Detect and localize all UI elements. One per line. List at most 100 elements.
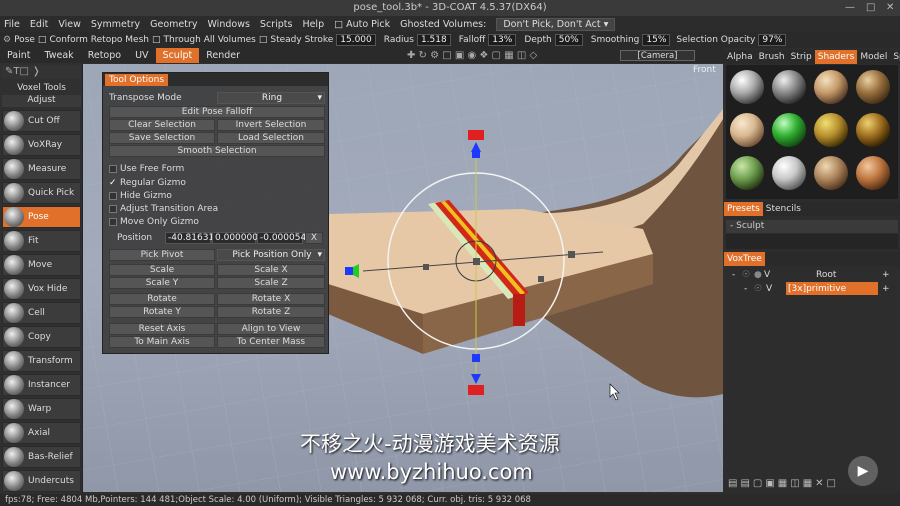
tool-undercuts[interactable]: Undercuts xyxy=(2,470,81,492)
pick-pivot-button[interactable]: Pick Pivot xyxy=(109,249,215,261)
tab-alpha[interactable]: Alpha xyxy=(724,50,756,64)
brush-icons[interactable]: ✎​T□​ ❭ xyxy=(2,65,81,79)
tab-shaders[interactable]: Shaders xyxy=(814,50,858,64)
menu-windows[interactable]: Windows xyxy=(208,19,250,30)
menu-file[interactable]: File xyxy=(4,19,20,30)
falloff-value[interactable]: 13% xyxy=(488,34,517,46)
menu-edit[interactable]: Edit xyxy=(30,19,48,30)
pick-mode-select[interactable]: Pick Position Only ▾ xyxy=(217,249,325,261)
adjust-header[interactable]: Adjust xyxy=(2,95,81,107)
primitive-volume-label[interactable]: [3x]primitive xyxy=(786,282,878,295)
shader-sphere[interactable] xyxy=(730,70,764,104)
tab-spline[interactable]: Spline xyxy=(890,50,900,64)
ghost-icon[interactable]: ● xyxy=(754,268,762,282)
preset-thumbnails[interactable] xyxy=(726,234,898,249)
play-icon[interactable]: ▶ xyxy=(848,456,878,486)
through-checkbox[interactable]: □ xyxy=(152,35,161,45)
camera-dropdown[interactable]: [Camera] xyxy=(620,50,695,61)
menu-symmetry[interactable]: Symmetry xyxy=(91,19,140,30)
sel-opacity-value[interactable]: 97% xyxy=(758,34,787,46)
voxtree-root-row[interactable]: - ☉ ● V Root + xyxy=(726,268,898,282)
shader-sphere[interactable] xyxy=(730,156,764,190)
tool-pose[interactable]: Pose xyxy=(2,206,81,228)
steady-checkbox[interactable]: □ xyxy=(259,35,268,45)
tool-cell[interactable]: Cell xyxy=(2,302,81,324)
maximize-icon[interactable]: □ xyxy=(866,0,875,16)
steady-value[interactable]: 15.000 xyxy=(336,34,376,46)
tab-paint[interactable]: Paint xyxy=(0,48,38,63)
rotate-z-button[interactable]: Rotate Z xyxy=(217,306,325,318)
tool-move[interactable]: Move xyxy=(2,254,81,276)
to-center-mass-button[interactable]: To Center Mass xyxy=(217,336,325,348)
tab-retopo[interactable]: Retopo xyxy=(81,48,128,63)
tool-measure[interactable]: Measure xyxy=(2,158,81,180)
tab-tweak[interactable]: Tweak xyxy=(38,48,81,63)
tool-voxray[interactable]: VoXRay xyxy=(2,134,81,156)
shader-sphere[interactable] xyxy=(856,70,890,104)
tab-strip[interactable]: Strip xyxy=(788,50,815,64)
tab-presets[interactable]: Presets xyxy=(724,202,763,216)
clear-selection-button[interactable]: Clear Selection xyxy=(109,119,215,131)
minimize-icon[interactable]: — xyxy=(845,0,855,16)
radius-value[interactable]: 1.518 xyxy=(416,34,451,46)
menu-view[interactable]: View xyxy=(58,19,81,30)
position-z-field[interactable]: -0.000054 xyxy=(257,232,306,244)
tool-cut-off[interactable]: Cut Off xyxy=(2,110,81,132)
navigation-icons[interactable]: ✚ ↻ ⚙ □ ▣ ◉ ❖ ▢ ▦ ◫ ◇ xyxy=(400,48,544,63)
shader-sphere[interactable] xyxy=(856,156,890,190)
rotate-y-button[interactable]: Rotate Y xyxy=(109,306,215,318)
smooth-selection-button[interactable]: Smooth Selection xyxy=(109,145,325,157)
move-only-gizmo-checkbox[interactable] xyxy=(109,218,117,226)
tab-render[interactable]: Render xyxy=(199,48,247,63)
shader-sphere[interactable] xyxy=(814,70,848,104)
use-free-form-checkbox[interactable] xyxy=(109,165,117,173)
invert-selection-button[interactable]: Invert Selection xyxy=(217,119,325,131)
preset-folder[interactable]: - Sculpt xyxy=(726,220,898,233)
to-main-axis-button[interactable]: To Main Axis xyxy=(109,336,215,348)
hide-gizmo-checkbox[interactable] xyxy=(109,192,117,200)
menu-geometry[interactable]: Geometry xyxy=(150,19,197,30)
transpose-mode-select[interactable]: Ring ▾ xyxy=(217,92,325,104)
shader-sphere[interactable] xyxy=(772,70,806,104)
tab-model[interactable]: Model xyxy=(857,50,890,64)
shader-sphere[interactable] xyxy=(814,113,848,147)
scale-z-button[interactable]: Scale Z xyxy=(217,277,325,289)
reset-axis-button[interactable]: Reset Axis xyxy=(109,323,215,335)
tool-quick-pick[interactable]: Quick Pick xyxy=(2,182,81,204)
expand-icon[interactable]: - xyxy=(732,268,735,282)
position-x-field[interactable]: -40.81631 xyxy=(165,232,214,244)
expand-icon[interactable]: - xyxy=(744,282,747,296)
auto-pick-checkbox[interactable]: □ Auto Pick xyxy=(334,19,390,30)
adjust-transition-checkbox[interactable] xyxy=(109,205,117,213)
ghosted-dropdown[interactable]: Don't Pick, Don't Act ▾ xyxy=(496,17,616,31)
scale-button[interactable]: Scale xyxy=(109,264,215,276)
tool-warp[interactable]: Warp xyxy=(2,398,81,420)
tab-stencils[interactable]: Stencils xyxy=(763,202,804,216)
gizmo-handle-top[interactable] xyxy=(468,130,484,140)
shader-sphere[interactable] xyxy=(772,113,806,147)
menu-help[interactable]: Help xyxy=(302,19,324,30)
depth-value[interactable]: 50% xyxy=(554,34,583,46)
add-volume-icon[interactable]: + xyxy=(882,282,890,296)
position-y-field[interactable]: 0.000000 xyxy=(212,232,258,244)
scale-x-button[interactable]: Scale X xyxy=(217,264,325,276)
tool-options-header[interactable]: Tool Options xyxy=(103,73,328,86)
tab-voxtree[interactable]: VoxTree xyxy=(724,252,765,266)
tool-instancer[interactable]: Instancer xyxy=(2,374,81,396)
eye-icon[interactable]: ☉ xyxy=(754,282,762,296)
scale-y-button[interactable]: Scale Y xyxy=(109,277,215,289)
load-selection-button[interactable]: Load Selection xyxy=(217,132,325,144)
rotate-button[interactable]: Rotate xyxy=(109,293,215,305)
tool-transform[interactable]: Transform xyxy=(2,350,81,372)
tool-axial[interactable]: Axial xyxy=(2,422,81,444)
voxtree-primitive-row[interactable]: - ☉ V [3x]primitive + xyxy=(726,282,898,296)
tool-fit[interactable]: Fit xyxy=(2,230,81,252)
close-icon[interactable]: ✕ xyxy=(886,0,894,16)
smoothing-value[interactable]: 15% xyxy=(642,34,671,46)
shader-sphere[interactable] xyxy=(856,113,890,147)
tool-vox-hide[interactable]: Vox Hide xyxy=(2,278,81,300)
eye-icon[interactable]: ☉ xyxy=(742,268,750,282)
save-selection-button[interactable]: Save Selection xyxy=(109,132,215,144)
tool-bas-relief[interactable]: Bas-Relief xyxy=(2,446,81,468)
tab-uv[interactable]: UV xyxy=(128,48,155,63)
